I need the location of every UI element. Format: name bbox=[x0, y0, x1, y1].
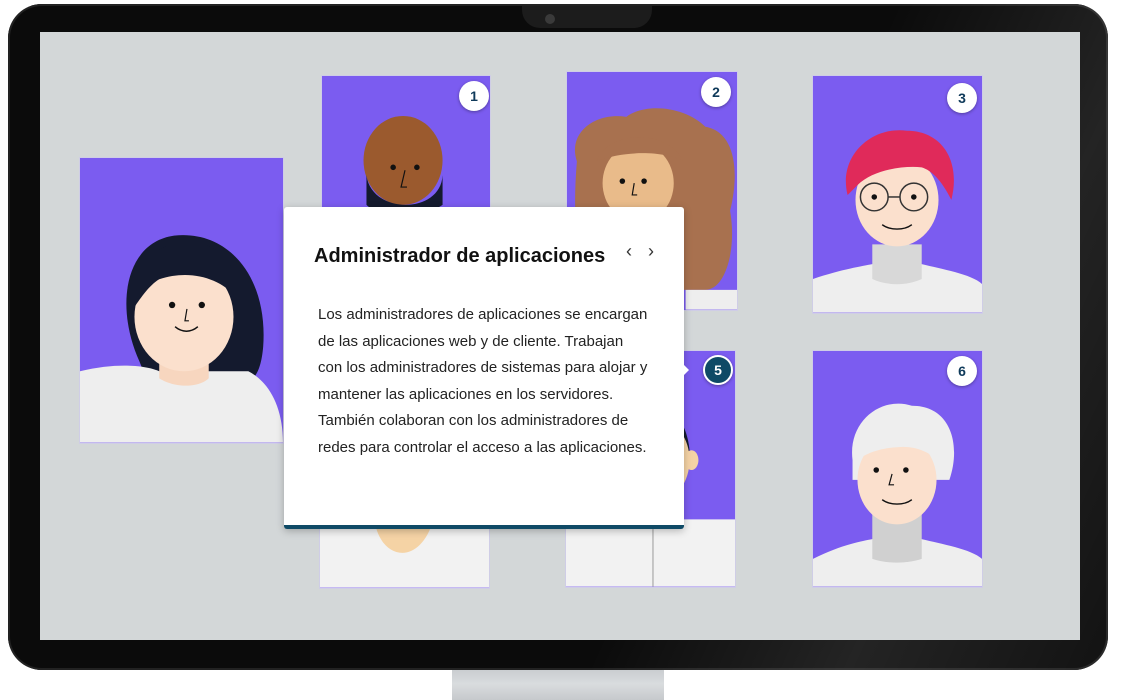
card-badge-5[interactable]: 5 bbox=[703, 355, 733, 385]
portrait-card-6[interactable]: 6 bbox=[812, 350, 983, 588]
card-badge-1[interactable]: 1 bbox=[459, 81, 489, 111]
portrait-card-3[interactable]: 3 bbox=[812, 75, 983, 314]
card-badge-2[interactable]: 2 bbox=[701, 77, 731, 107]
main-portrait bbox=[79, 157, 284, 444]
camera-notch bbox=[522, 6, 652, 28]
card-badge-6[interactable]: 6 bbox=[947, 356, 977, 386]
popup-pointer bbox=[681, 362, 689, 378]
woman-dark-hair-illustration bbox=[80, 235, 283, 443]
gray-hair-elder-illustration bbox=[813, 403, 982, 587]
card-badge-3[interactable]: 3 bbox=[947, 83, 977, 113]
popup-title: Administrador de aplicaciones bbox=[314, 245, 606, 267]
role-info-popup: Administrador de aplicaciones ‹ › Los ad… bbox=[284, 207, 684, 529]
chevron-left-icon[interactable]: ‹ bbox=[626, 241, 632, 262]
screen: 1 2 3 5 6 Administrador de aplicaciones … bbox=[40, 32, 1080, 640]
chevron-right-icon[interactable]: › bbox=[648, 241, 654, 262]
camera-icon bbox=[545, 14, 555, 24]
popup-description: Los administradores de aplicaciones se e… bbox=[318, 306, 648, 456]
